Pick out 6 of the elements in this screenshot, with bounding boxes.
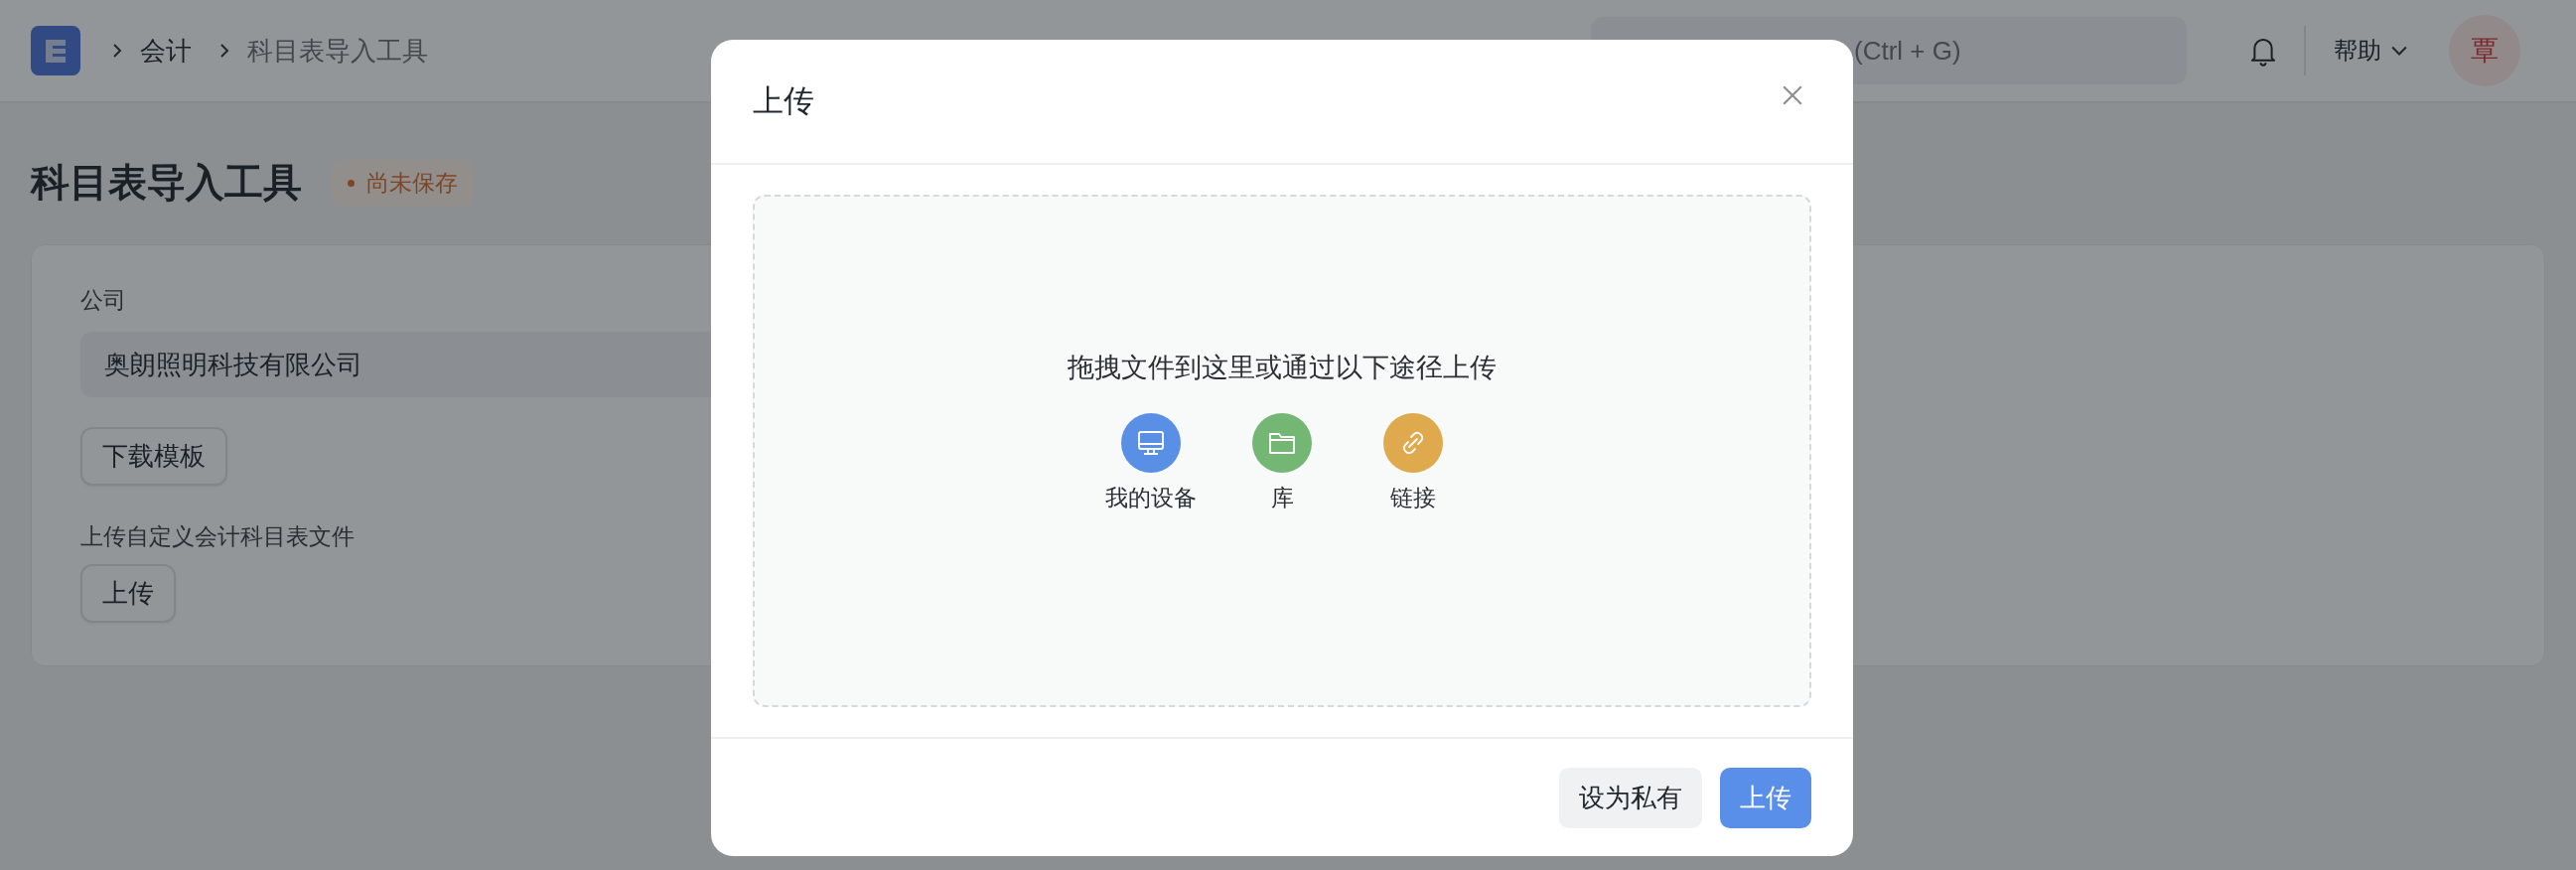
status-badge: 尚未保存 [332, 159, 474, 207]
field-label: 上传自定义会计科目表文件 [80, 522, 355, 551]
drop-hint: 拖拽文件到这里或通过以下途径上传 [1068, 351, 1497, 384]
page-title: 科目表导入工具 [31, 160, 302, 206]
field-label: 公司 [80, 286, 126, 315]
dialog-title: 上传 [753, 82, 814, 120]
